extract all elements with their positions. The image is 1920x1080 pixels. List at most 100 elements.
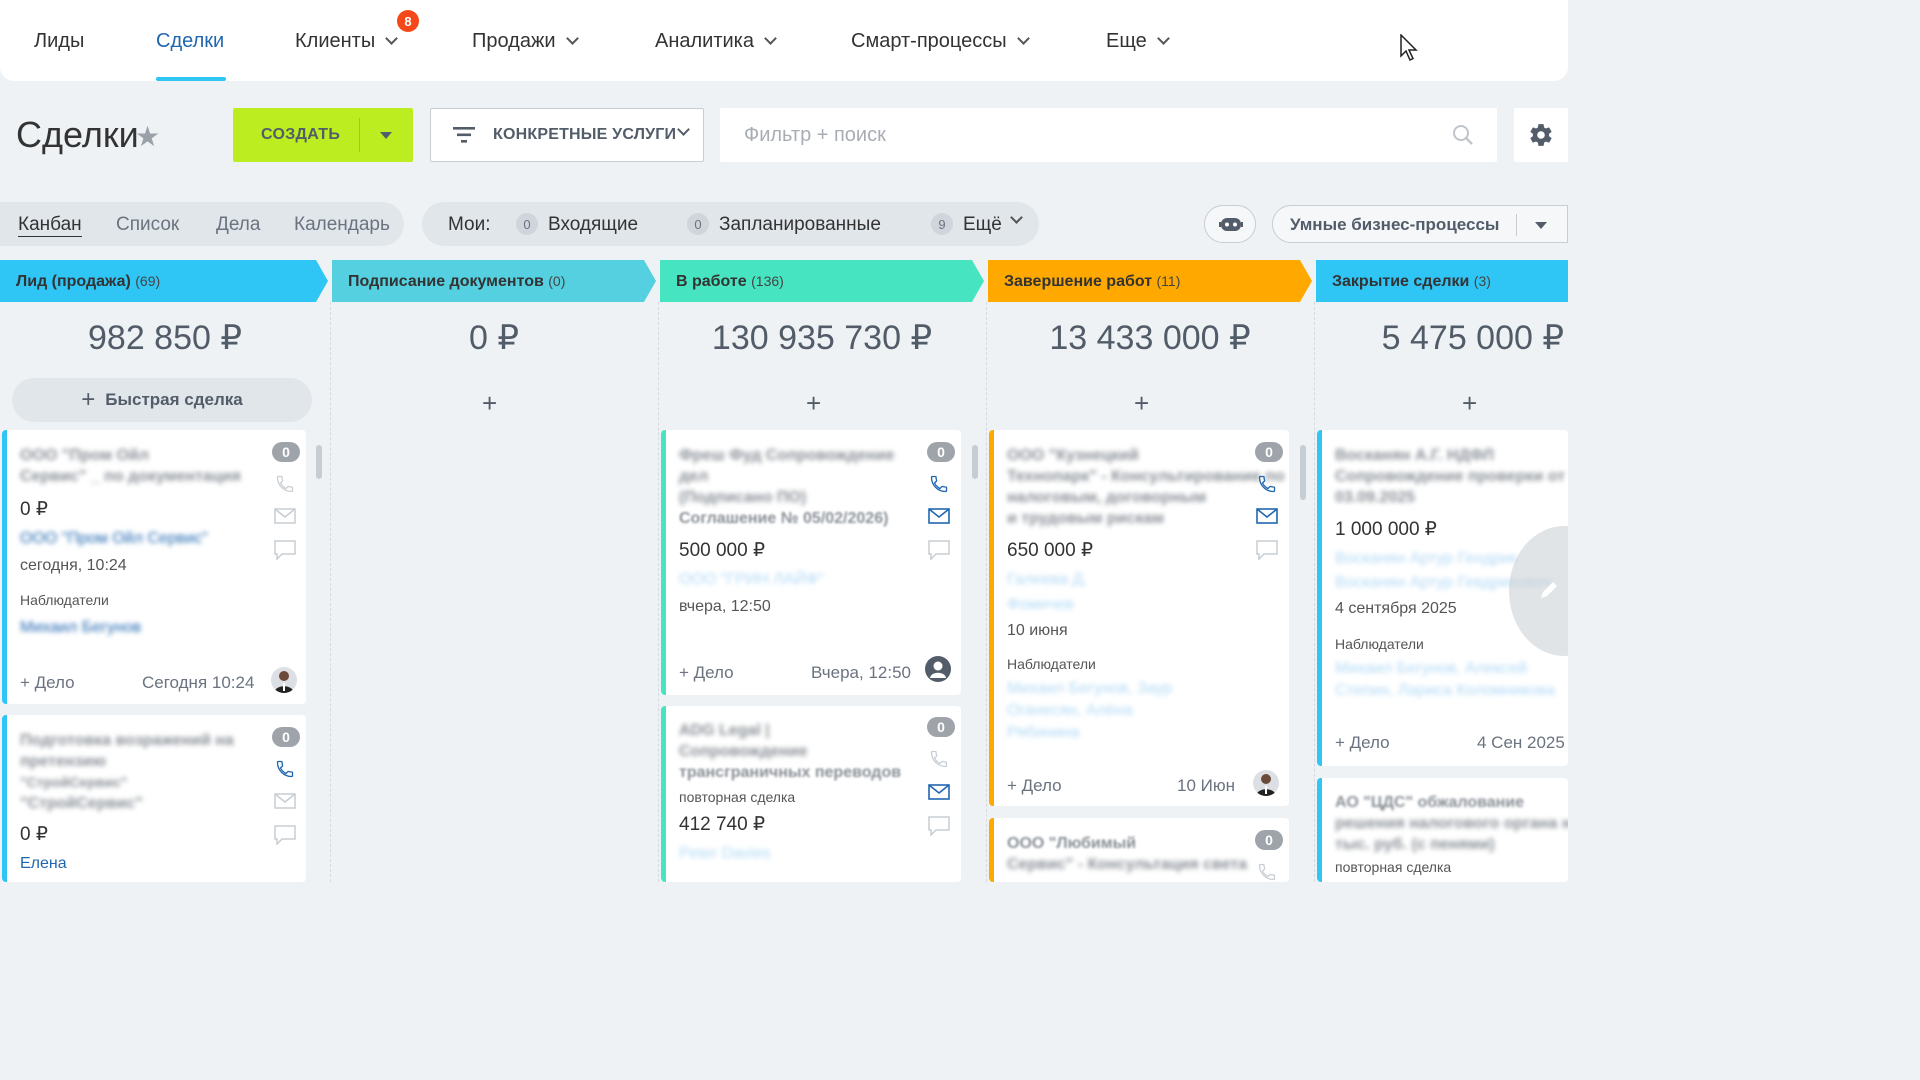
- deal-title[interactable]: ADG Legal |: [679, 720, 770, 741]
- chat-icon[interactable]: [928, 816, 950, 836]
- deal-title[interactable]: ООО "Любимый: [1007, 833, 1136, 854]
- add-activity-button[interactable]: + Дело: [1007, 776, 1062, 796]
- add-deal-plus-icon[interactable]: +: [1462, 388, 1477, 419]
- deal-title[interactable]: Технопарк" - Консультирование по: [1007, 466, 1285, 487]
- nav-item-smart-processes[interactable]: Смарт-процессы: [851, 30, 1030, 53]
- deal-title[interactable]: Фреш Фуд Сопровождение: [679, 445, 894, 466]
- observer-link[interactable]: Рябинина: [1007, 724, 1079, 742]
- nav-item-sales[interactable]: Продажи: [472, 30, 579, 53]
- business-processes-button[interactable]: Умные бизнес-процессы: [1272, 205, 1568, 243]
- deal-title[interactable]: "СтройСервис": [20, 772, 127, 793]
- chat-icon[interactable]: [1256, 540, 1278, 560]
- search-box[interactable]: [720, 108, 1497, 162]
- email-icon[interactable]: [274, 508, 296, 524]
- phone-icon[interactable]: [929, 749, 949, 769]
- phone-icon[interactable]: [275, 759, 295, 779]
- observer-link[interactable]: Михаил Бегунов, Алексей: [1335, 660, 1527, 678]
- email-icon[interactable]: [928, 784, 950, 800]
- deal-title[interactable]: (Подписано ПО): [679, 487, 806, 508]
- quick-deal-button[interactable]: + Быстрая сделка: [12, 378, 312, 422]
- phone-icon[interactable]: [275, 474, 295, 494]
- nav-item-clients[interactable]: Клиенты: [295, 30, 399, 53]
- add-deal-plus-icon[interactable]: +: [482, 388, 497, 419]
- column-scrollbar[interactable]: [1300, 445, 1306, 500]
- observer-link[interactable]: Михаил Бегунов, Заур: [1007, 680, 1172, 698]
- deal-title[interactable]: ООО "Пром Ойл: [20, 445, 149, 466]
- counter-more[interactable]: Ещё: [963, 214, 1002, 236]
- observer-link[interactable]: Михаил Бегунов: [20, 619, 141, 637]
- column-header-lead[interactable]: Лид (продажа) (69): [0, 260, 328, 302]
- responsible-avatar[interactable]: [1253, 770, 1279, 796]
- create-button[interactable]: СОЗДАТЬ: [233, 108, 413, 162]
- deal-title[interactable]: Сервис" - Консультация света: [1007, 854, 1247, 875]
- deal-card[interactable]: ООО "Пром Ойл Сервис" _ по документация …: [2, 430, 306, 704]
- contact-link[interactable]: Восканян Артур Гендрик: [1335, 550, 1517, 568]
- dropdown-arrow-icon[interactable]: [1535, 222, 1547, 229]
- deal-title[interactable]: АО "ЦДС" обжалование: [1335, 792, 1524, 813]
- column-header-completion[interactable]: Завершение работ (11): [988, 260, 1312, 302]
- client-link[interactable]: Peter Davies: [679, 845, 771, 863]
- phone-icon[interactable]: [1257, 474, 1277, 494]
- email-icon[interactable]: [928, 508, 950, 524]
- responsible-avatar[interactable]: [271, 667, 297, 693]
- deal-card[interactable]: АО "ЦДС" обжалование решения налогового …: [1317, 778, 1568, 882]
- add-deal-plus-icon[interactable]: +: [806, 388, 821, 419]
- settings-button[interactable]: [1514, 108, 1568, 162]
- client-link[interactable]: ООО "Пром Ойл Сервис": [20, 530, 208, 548]
- deal-title[interactable]: дел: [679, 466, 708, 487]
- chat-icon[interactable]: [274, 540, 296, 560]
- deal-title[interactable]: Соглашение № 05/02/2026): [679, 508, 888, 529]
- column-header-in-progress[interactable]: В работе (136): [660, 260, 984, 302]
- phone-icon[interactable]: [929, 474, 949, 494]
- chat-icon[interactable]: [928, 540, 950, 560]
- deal-title[interactable]: налоговым, договорным: [1007, 487, 1206, 508]
- favorite-star-icon[interactable]: ★: [135, 120, 160, 153]
- deal-card[interactable]: Восканян А.Г. НДФЛ Сопровождение проверк…: [1317, 430, 1568, 766]
- client-link[interactable]: ООО "ГРИН ЛАЙФ": [679, 571, 824, 589]
- deal-card[interactable]: Подготовка возражений на претензию "Стро…: [2, 715, 306, 882]
- observer-link[interactable]: Степин, Лариса Коломникова: [1335, 682, 1555, 700]
- deal-title[interactable]: Сервис" _ по документация: [20, 466, 241, 487]
- deal-title[interactable]: "СтройСервис": [20, 793, 143, 814]
- column-scrollbar[interactable]: [316, 445, 322, 479]
- nav-item-leads[interactable]: Лиды: [34, 30, 84, 53]
- email-icon[interactable]: [274, 793, 296, 809]
- deal-title[interactable]: решения налогового органа на 10 млн: [1335, 813, 1568, 834]
- counter-planned[interactable]: Запланированные: [719, 214, 881, 236]
- deal-card[interactable]: ADG Legal | Сопровождение трансграничных…: [661, 706, 961, 882]
- column-header-signing[interactable]: Подписание документов (0): [332, 260, 656, 302]
- view-tab-kanban[interactable]: Канбан: [18, 214, 82, 237]
- deal-title[interactable]: Подготовка возражений на: [20, 730, 234, 751]
- nav-item-deals[interactable]: Сделки: [156, 30, 224, 53]
- observer-link[interactable]: Оганесян, Алёна: [1007, 702, 1133, 720]
- deal-title[interactable]: тыс. руб. (с пенями): [1335, 834, 1495, 855]
- deal-title[interactable]: Сопровождение: [679, 741, 808, 762]
- deal-title[interactable]: трансграничных переводов: [679, 762, 901, 783]
- deal-title[interactable]: Восканян А.Г. НДФЛ: [1335, 445, 1494, 466]
- add-activity-button[interactable]: + Дело: [1335, 733, 1390, 753]
- phone-icon[interactable]: [1257, 862, 1277, 882]
- counter-incoming[interactable]: Входящие: [548, 214, 638, 236]
- filter-preset-button[interactable]: КОНКРЕТНЫЕ УСЛУГИ: [430, 108, 704, 162]
- view-tab-calendar[interactable]: Календарь: [294, 214, 390, 236]
- search-icon[interactable]: [1452, 124, 1474, 146]
- search-input[interactable]: [742, 121, 1422, 149]
- nav-item-analytics[interactable]: Аналитика: [655, 30, 777, 53]
- view-tab-list[interactable]: Список: [116, 214, 179, 236]
- add-deal-plus-icon[interactable]: +: [1134, 388, 1149, 419]
- add-activity-button[interactable]: + Дело: [679, 663, 734, 683]
- pencil-icon[interactable]: [1539, 580, 1559, 600]
- column-header-closing[interactable]: Закрытие сделки (3): [1316, 260, 1568, 302]
- nav-item-more[interactable]: Еще: [1106, 30, 1170, 53]
- deal-title[interactable]: 03.09.2025: [1335, 487, 1415, 508]
- column-scrollbar[interactable]: [972, 445, 978, 479]
- robots-button[interactable]: [1204, 205, 1256, 243]
- deal-card[interactable]: ООО "Любимый Сервис" - Консультация свет…: [989, 818, 1289, 882]
- contact-link[interactable]: Фомичев: [1007, 596, 1074, 614]
- responsible-link[interactable]: Елена: [20, 855, 67, 873]
- email-icon[interactable]: [1256, 508, 1278, 524]
- deal-title[interactable]: Сопровождение проверки от: [1335, 466, 1565, 487]
- add-activity-button[interactable]: + Дело: [20, 673, 75, 693]
- deal-title[interactable]: ООО "Кузнецкий: [1007, 445, 1139, 466]
- responsible-avatar[interactable]: [925, 656, 951, 682]
